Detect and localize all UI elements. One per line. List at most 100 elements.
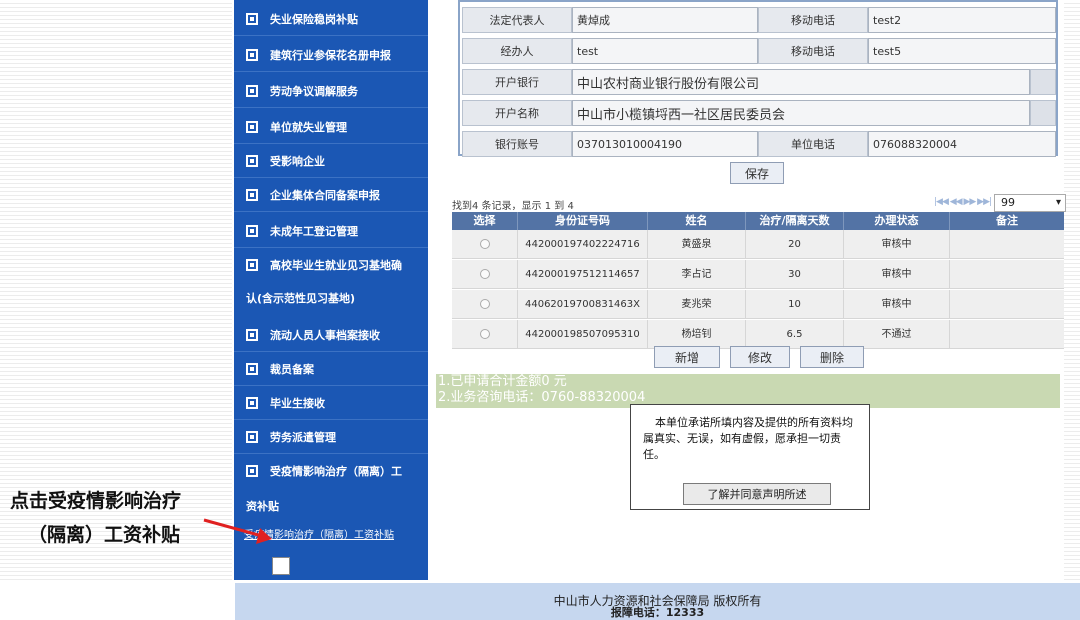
table-row[interactable]: 442000198507095310 杨培钊 6.5 不通过 <box>452 320 1064 349</box>
handler-field[interactable]: test <box>572 38 758 64</box>
blank-cell <box>1030 100 1056 126</box>
declaration-dialog: 本单位承诺所填内容及提供的所有资料均 属真实、无误，如有虚假，愿承担一切责 任。… <box>630 404 870 510</box>
row-select-cell <box>452 320 518 349</box>
form-row: 银行账号 037013010004190 单位电话 076088320004 <box>460 128 1056 159</box>
bank-field[interactable]: 中山农村商业银行股份有限公司 <box>572 69 1030 95</box>
field-label: 移动电话 <box>758 38 868 64</box>
sidebar-item-label: 毕业生接收 <box>270 396 325 410</box>
sidebar-item-jiti-hetong[interactable]: 企业集体合同备案申报 <box>234 178 428 212</box>
square-bullet-icon <box>246 120 258 133</box>
square-bullet-icon <box>246 430 258 443</box>
sidebar-item-caiyuan[interactable]: 裁员备案 <box>234 352 428 386</box>
sidebar-item-label: 裁员备案 <box>270 362 314 376</box>
id-cell: 442000198507095310 <box>518 320 648 349</box>
field-label: 开户名称 <box>462 100 572 126</box>
footer: 中山市人力资源和社会保障局 版权所有 报障电话：12333 <box>235 583 1080 620</box>
support-phone: 报障电话：12333 <box>610 606 705 619</box>
sidebar-item-label: 受影响企业 <box>270 154 325 168</box>
sidebar-item-jianzhu[interactable]: 建筑行业参保花名册申报 <box>234 38 428 72</box>
row-radio[interactable] <box>479 329 490 339</box>
id-cell: 442000197402224716 <box>518 230 648 259</box>
notice-amount: 1.已申请合计金额0 元 <box>438 374 567 389</box>
unit-phone-field[interactable]: 076088320004 <box>868 131 1056 157</box>
legal-rep-field[interactable]: 黄焯成 <box>572 7 758 33</box>
sidebar-item-liudong-dangan[interactable]: 流动人员人事档案接收 <box>234 318 428 352</box>
sidebar-item-yiqing-butie[interactable]: 受疫情影响治疗（隔离）工 <box>234 454 428 488</box>
pager-arrows-icon[interactable]: |◀◀ ◀◀ ▶▶ ▶▶| <box>934 197 992 207</box>
sidebar-item-label: 受疫情影响治疗（隔离）工 <box>270 465 402 478</box>
sidebar-item-label: 建筑行业参保花名册申报 <box>270 48 391 62</box>
account-number-field[interactable]: 037013010004190 <box>572 131 758 157</box>
name-cell: 李占记 <box>648 260 746 289</box>
field-label: 开户银行 <box>462 69 572 95</box>
field-label: 单位电话 <box>758 131 868 157</box>
form-row: 法定代表人 黄焯成 移动电话 test2 <box>460 4 1056 35</box>
small-checkbox[interactable] <box>272 557 290 575</box>
red-arrow-icon <box>203 518 272 544</box>
sidebar-item-shou-yingxiang[interactable]: 受影响企业 <box>234 144 428 178</box>
column-header: 治疗/隔离天数 <box>746 212 844 230</box>
row-select-cell <box>452 230 518 259</box>
note-cell <box>950 290 1064 319</box>
status-cell: 审核中 <box>844 290 950 319</box>
agree-button[interactable]: 了解并同意声明所述 <box>683 483 831 505</box>
save-button[interactable]: 保存 <box>730 162 784 184</box>
grid-header: 选择 身份证号码 姓名 治疗/隔离天数 办理状态 备注 <box>452 212 1064 230</box>
blank-cell <box>1030 69 1056 95</box>
sidebar-item-label: 失业保险稳岗补贴 <box>270 12 358 26</box>
square-bullet-icon <box>246 259 258 271</box>
sidebar-item-label-continued[interactable]: 认(含示范性见习基地) <box>246 290 426 306</box>
sidebar-item-label: 劳动争议调解服务 <box>270 84 358 98</box>
sidebar: 失业保险稳岗补贴 建筑行业参保花名册申报 劳动争议调解服务 单位就失业管理 受影… <box>234 0 428 580</box>
square-bullet-icon <box>246 12 258 25</box>
days-cell: 6.5 <box>746 320 844 349</box>
table-row[interactable]: 44062019700831463X 麦兆荣 10 审核中 <box>452 290 1064 319</box>
row-radio[interactable] <box>479 269 490 279</box>
declaration-text: 本单位承诺所填内容及提供的所有资料均 属真实、无误，如有虚假，愿承担一切责 任。 <box>643 416 853 461</box>
days-cell: 30 <box>746 260 844 289</box>
page-size-select[interactable]: 99 <box>994 194 1066 212</box>
form-row: 开户名称 中山市小榄镇埒西一社区居民委员会 <box>460 97 1056 128</box>
square-bullet-icon <box>246 396 258 409</box>
table-row[interactable]: 442000197402224716 黄盛泉 20 审核中 <box>452 230 1064 259</box>
mobile-field[interactable]: test2 <box>868 7 1056 33</box>
square-bullet-icon <box>246 328 258 341</box>
sidebar-item-danwei-jiuye[interactable]: 单位就失业管理 <box>234 110 428 144</box>
row-radio[interactable] <box>479 299 490 309</box>
row-select-cell <box>452 260 518 289</box>
handler-mobile-field[interactable]: test5 <box>868 38 1056 64</box>
column-header: 备注 <box>996 214 1018 227</box>
name-cell: 杨培钊 <box>648 320 746 349</box>
square-bullet-icon <box>246 362 258 375</box>
table-row[interactable]: 442000197512114657 李占记 30 审核中 <box>452 260 1064 289</box>
row-radio[interactable] <box>479 239 490 249</box>
sidebar-item-laodong-zhengyi[interactable]: 劳动争议调解服务 <box>234 74 428 108</box>
sidebar-item-weichengnian[interactable]: 未成年工登记管理 <box>234 214 428 248</box>
delete-button[interactable]: 删除 <box>800 346 864 368</box>
sidebar-item-biyesheng[interactable]: 毕业生接收 <box>234 386 428 420</box>
sidebar-item-laowu-paiqian[interactable]: 劳务派遣管理 <box>234 420 428 454</box>
sidebar-item-shiye-wengang[interactable]: 失业保险稳岗补贴 <box>234 2 428 36</box>
sidebar-item-gaoxiao-jianxi[interactable]: 高校毕业生就业见习基地确 <box>234 248 428 282</box>
square-bullet-icon <box>246 48 258 61</box>
field-label: 银行账号 <box>462 131 572 157</box>
square-bullet-icon <box>246 465 258 477</box>
sidebar-item-label: 高校毕业生就业见习基地确 <box>270 259 402 272</box>
id-cell: 442000197512114657 <box>518 260 648 289</box>
column-header: 身份证号码 <box>518 212 648 230</box>
pager: |◀◀ ◀◀ ▶▶ ▶▶| 99 <box>934 194 1066 212</box>
row-select-cell <box>452 290 518 319</box>
sidebar-item-label: 劳务派遣管理 <box>270 430 336 444</box>
instruction-annotation: 点击受疫情影响治疗 （隔离）工资补贴 <box>10 490 182 546</box>
status-cell: 审核中 <box>844 230 950 259</box>
form-row: 经办人 test 移动电话 test5 <box>460 35 1056 66</box>
account-name-field[interactable]: 中山市小榄镇埒西一社区居民委员会 <box>572 100 1030 126</box>
column-header: 姓名 <box>648 212 746 230</box>
unit-info-form: 法定代表人 黄焯成 移动电话 test2 经办人 test 移动电话 test5… <box>458 0 1058 159</box>
form-row: 开户银行 中山农村商业银行股份有限公司 <box>460 66 1056 97</box>
notice-panel: 1.已申请合计金额0 元 2.业务咨询电话：0760-88320004 <box>436 374 1060 408</box>
add-button[interactable]: 新增 <box>654 346 720 368</box>
field-label: 经办人 <box>462 38 572 64</box>
edit-button[interactable]: 修改 <box>730 346 790 368</box>
sidebar-item-label: 企业集体合同备案申报 <box>270 188 380 202</box>
